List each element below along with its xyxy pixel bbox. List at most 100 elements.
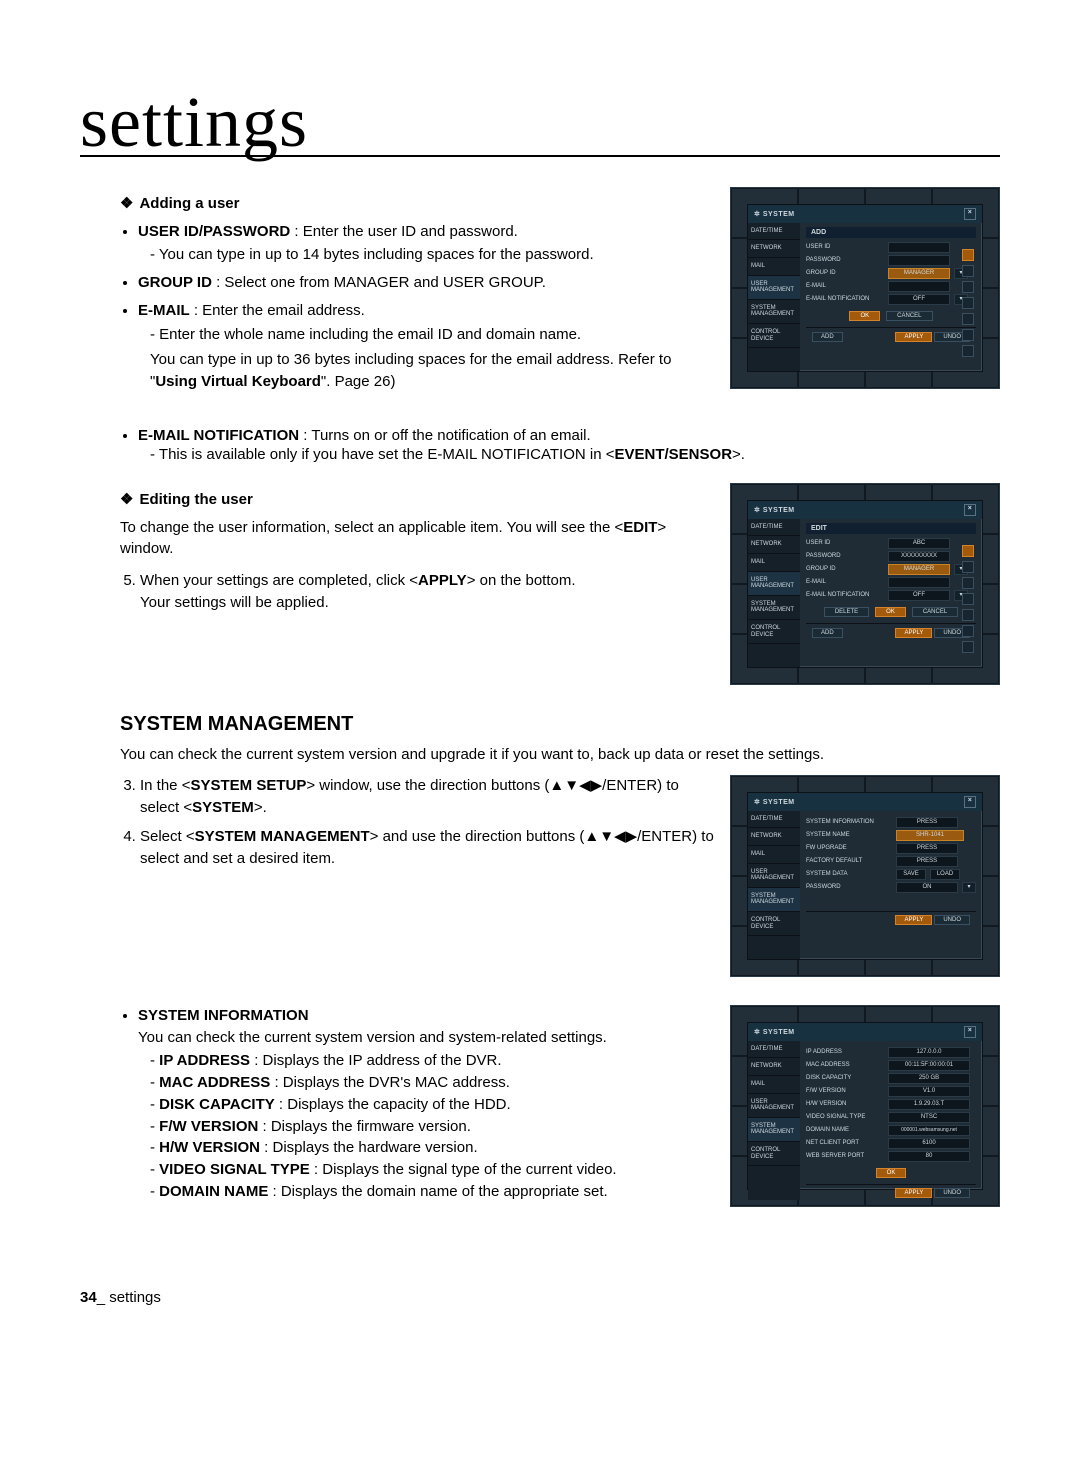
dvr-delete-button[interactable]: DELETE [824, 607, 869, 617]
gear-icon: ✲ [754, 507, 760, 514]
dvr-factorydefault-button[interactable]: PRESS [896, 856, 958, 867]
dvr-si-wsp-label: WEB SERVER PORT [806, 1153, 884, 1159]
chevron-down-icon[interactable]: ▾ [962, 882, 976, 893]
dvr-undo-button[interactable]: UNDO [934, 1188, 970, 1198]
dvr-edit-email-field[interactable] [888, 577, 950, 588]
dvr-add-notif-label: E-MAIL NOTIFICATION [806, 296, 884, 302]
lock-icon [962, 641, 974, 653]
dvr-tab-control-device[interactable]: CONTROL DEVICE [748, 1142, 800, 1166]
dvr-si-vst-label: VIDEO SIGNAL TYPE [806, 1114, 884, 1120]
dvr-tab-control-device[interactable]: CONTROL DEVICE [748, 912, 800, 936]
editing-user-text: ❖Editing the user To change the user inf… [120, 483, 714, 622]
dvr-tab-network[interactable]: NETWORK [748, 240, 800, 258]
dvr-tab-datetime[interactable]: DATE/TIME [748, 519, 800, 537]
dvr-title: SYSTEM [763, 799, 795, 806]
dvr-tab-user-management[interactable]: USER MANAGEMENT [748, 276, 800, 300]
sysinfo-text: You can check the current system version… [138, 1029, 607, 1046]
dvr-add-notif-select[interactable]: OFF [888, 294, 950, 305]
dvr-tab-system-management[interactable]: SYSTEM MANAGEMENT [748, 888, 800, 912]
vst-text: : Displays the signal type of the curren… [310, 1161, 617, 1178]
dvr-tab-control-device[interactable]: CONTROL DEVICE [748, 620, 800, 644]
email-text: : Enter the email address. [190, 302, 365, 319]
dvr-tab-control-device[interactable]: CONTROL DEVICE [748, 324, 800, 348]
dvr-undo-button[interactable]: UNDO [934, 915, 970, 925]
dvr-tab-datetime[interactable]: DATE/TIME [748, 223, 800, 241]
fw-label: F/W VERSION [159, 1118, 258, 1135]
dvr-add-button[interactable]: ADD [812, 332, 843, 342]
lock-icon [962, 313, 974, 325]
dvr-edit-groupid-select[interactable]: MANAGER [888, 564, 950, 575]
dvr-add-groupid-select[interactable]: MANAGER [888, 268, 950, 279]
dvr-edit-userid-label: USER ID [806, 540, 884, 546]
dvr-edit-email-label: E-MAIL [806, 579, 884, 585]
dvr-tab-network[interactable]: NETWORK [748, 536, 800, 554]
adding-user-text: ❖Adding a user USER ID/PASSWORD : Enter … [120, 187, 714, 399]
dvr-tab-mail[interactable]: MAIL [748, 1076, 800, 1094]
dvr-tab-mail[interactable]: MAIL [748, 258, 800, 276]
adding-user-heading: Adding a user [139, 195, 239, 212]
dvr-tab-user-management[interactable]: USER MANAGEMENT [748, 864, 800, 888]
dvr-add-password-field[interactable] [888, 255, 950, 266]
sysinfo-label: SYSTEM INFORMATION [138, 1007, 309, 1024]
hw-text: : Displays the hardware version. [260, 1139, 478, 1156]
dvr-screenshot-add-user: ✲ SYSTEM× DATE/TIME NETWORK MAIL USER MA… [730, 187, 1000, 389]
dvr-sidebar: DATE/TIME NETWORK MAIL USER MANAGEMENT S… [748, 223, 800, 371]
dvr-tab-network[interactable]: NETWORK [748, 828, 800, 846]
dvr-sysinfo-button[interactable]: PRESS [896, 817, 958, 828]
user-id-password-note: You can type in up to 14 bytes including… [150, 244, 714, 266]
dvr-si-dn-label: DOMAIN NAME [806, 1127, 884, 1133]
close-icon[interactable]: × [964, 504, 976, 516]
ip-text: : Displays the IP address of the DVR. [250, 1052, 502, 1069]
dvr-edit-userid-field[interactable]: ABC [888, 538, 950, 549]
dvr-ok-button[interactable]: OK [849, 311, 880, 321]
dvr-edit-password-field[interactable]: XXXXXXXXX [888, 551, 950, 562]
dvr-add-button[interactable]: ADD [812, 628, 843, 638]
dvr-sysname-value[interactable]: SHR-1041 [896, 830, 964, 841]
dvr-fwupgrade-button[interactable]: PRESS [896, 843, 958, 854]
dvr-tab-system-management[interactable]: SYSTEM MANAGEMENT [748, 1118, 800, 1142]
dvr-edit-notif-select[interactable]: OFF [888, 590, 950, 601]
dvr-password-label: PASSWORD [806, 884, 892, 890]
dvr-si-disk-label: DISK CAPACITY [806, 1075, 884, 1081]
dvr-password-select[interactable]: ON [896, 882, 958, 893]
lock-icon [962, 577, 974, 589]
dvr-tab-system-management[interactable]: SYSTEM MANAGEMENT [748, 596, 800, 620]
dvr-apply-button[interactable]: APPLY [895, 1188, 932, 1198]
group-id-text: : Select one from MANAGER and USER GROUP… [212, 274, 546, 291]
dvr-title: SYSTEM [763, 211, 795, 218]
dvr-edit-subtitle: EDIT [806, 523, 976, 534]
email-notif-note-b: EVENT/SENSOR [615, 446, 733, 463]
dvr-cancel-button[interactable]: CANCEL [912, 607, 958, 617]
dvr-sysname-label: SYSTEM NAME [806, 832, 892, 838]
dvr-tab-datetime[interactable]: DATE/TIME [748, 1041, 800, 1059]
close-icon[interactable]: × [964, 1026, 976, 1038]
dvr-cancel-button[interactable]: CANCEL [886, 311, 932, 321]
close-icon[interactable]: × [964, 796, 976, 808]
dvr-tab-system-management[interactable]: SYSTEM MANAGEMENT [748, 300, 800, 324]
user-id-password-label: USER ID/PASSWORD [138, 223, 290, 240]
step4b: SYSTEM MANAGEMENT [195, 828, 370, 845]
dvr-tab-mail[interactable]: MAIL [748, 846, 800, 864]
dvr-title: SYSTEM [763, 1029, 795, 1036]
dvr-tab-mail[interactable]: MAIL [748, 554, 800, 572]
dvr-save-button[interactable]: SAVE [896, 869, 926, 880]
dvr-add-email-field[interactable] [888, 281, 950, 292]
dvr-apply-button[interactable]: APPLY [895, 332, 932, 342]
dvr-si-ip-label: IP ADDRESS [806, 1049, 884, 1055]
email-note2b: Using Virtual Keyboard [155, 373, 321, 390]
dvr-add-userid-field[interactable] [888, 242, 950, 253]
close-icon[interactable]: × [964, 208, 976, 220]
dvr-tab-datetime[interactable]: DATE/TIME [748, 811, 800, 829]
dvr-ok-button[interactable]: OK [876, 1168, 907, 1178]
dvr-tab-user-management[interactable]: USER MANAGEMENT [748, 1094, 800, 1118]
dvr-load-button[interactable]: LOAD [930, 869, 960, 880]
lock-icon [962, 265, 974, 277]
dvr-apply-button[interactable]: APPLY [895, 628, 932, 638]
dvr-tab-user-management[interactable]: USER MANAGEMENT [748, 572, 800, 596]
dvr-tab-network[interactable]: NETWORK [748, 1058, 800, 1076]
dvr-apply-button[interactable]: APPLY [895, 915, 932, 925]
dvr-ok-button[interactable]: OK [875, 607, 906, 617]
dn-text: : Displays the domain name of the approp… [268, 1183, 607, 1200]
step5b: APPLY [418, 572, 467, 589]
dvr-fwupgrade-label: FW UPGRADE [806, 845, 892, 851]
